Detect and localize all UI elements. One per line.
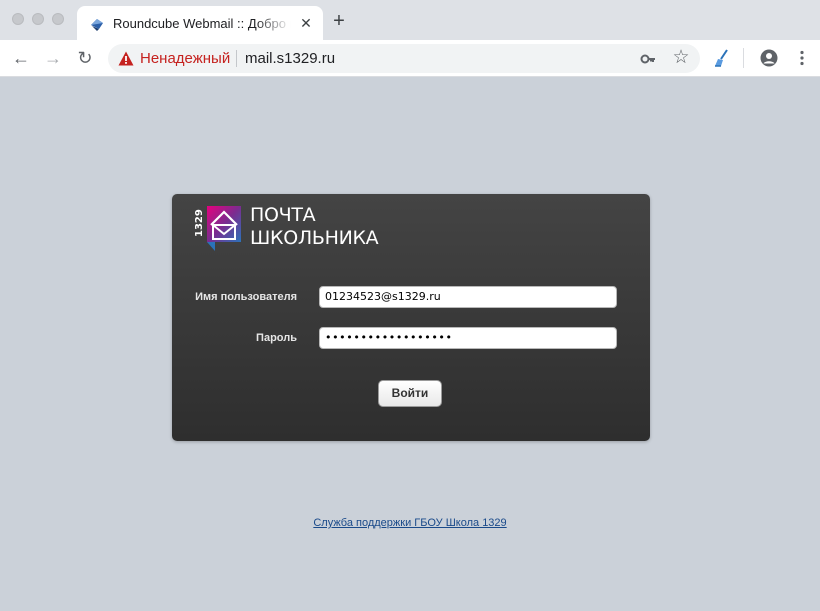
tab-close-icon[interactable]: ✕ [297, 14, 315, 32]
window-zoom-button[interactable] [52, 13, 64, 25]
tab-title: Roundcube Webmail :: Добро пожаловать в … [113, 16, 291, 31]
password-input[interactable]: •••••••••••••••••• [319, 327, 617, 349]
window-minimize-button[interactable] [32, 13, 44, 25]
logo-line-2: ШКОЛЬНИКА [250, 227, 379, 249]
key-icon[interactable] [640, 51, 656, 67]
url-text[interactable]: mail.s1329.ru [245, 50, 335, 67]
security-label[interactable]: Ненадежный [140, 50, 230, 67]
logo-text: ПОЧТА ШКОЛЬНИКА [250, 204, 379, 250]
tab-strip: Roundcube Webmail :: Добро пожаловать в … [0, 0, 820, 40]
address-bar[interactable]: Ненадежный mail.s1329.ru ☆ [108, 44, 700, 73]
browser-toolbar: ← → ↻ Ненадежный mail.s1329.ru ☆ [0, 40, 820, 77]
school-logo-icon: 1329 [195, 206, 241, 251]
menu-dots-icon[interactable] [796, 50, 808, 66]
svg-text:1329: 1329 [195, 209, 205, 237]
new-tab-button[interactable]: + [329, 11, 349, 31]
username-input[interactable]: 01234523@s1329.ru [319, 286, 617, 308]
star-icon[interactable]: ☆ [671, 47, 691, 69]
reload-button[interactable]: ↻ [74, 47, 96, 69]
username-label: Имя пользователя [195, 291, 297, 303]
extension-broom-icon[interactable] [712, 48, 732, 68]
warning-icon[interactable] [118, 51, 134, 66]
logo-line-1: ПОЧТА [250, 204, 316, 226]
support-link[interactable]: Служба поддержки ГБОУ Школа 1329 [0, 517, 820, 529]
profile-icon[interactable] [760, 49, 778, 67]
omnibox-divider [236, 50, 237, 67]
back-button[interactable]: ← [10, 47, 32, 69]
window-close-button[interactable] [12, 13, 24, 25]
browser-tab[interactable]: Roundcube Webmail :: Добро пожаловать в … [77, 6, 323, 40]
login-button[interactable]: Войти [378, 380, 442, 407]
browser-favicon-icon [91, 19, 103, 31]
toolbar-divider [743, 48, 744, 68]
forward-button[interactable]: → [42, 47, 64, 69]
password-label: Пароль [256, 332, 297, 344]
